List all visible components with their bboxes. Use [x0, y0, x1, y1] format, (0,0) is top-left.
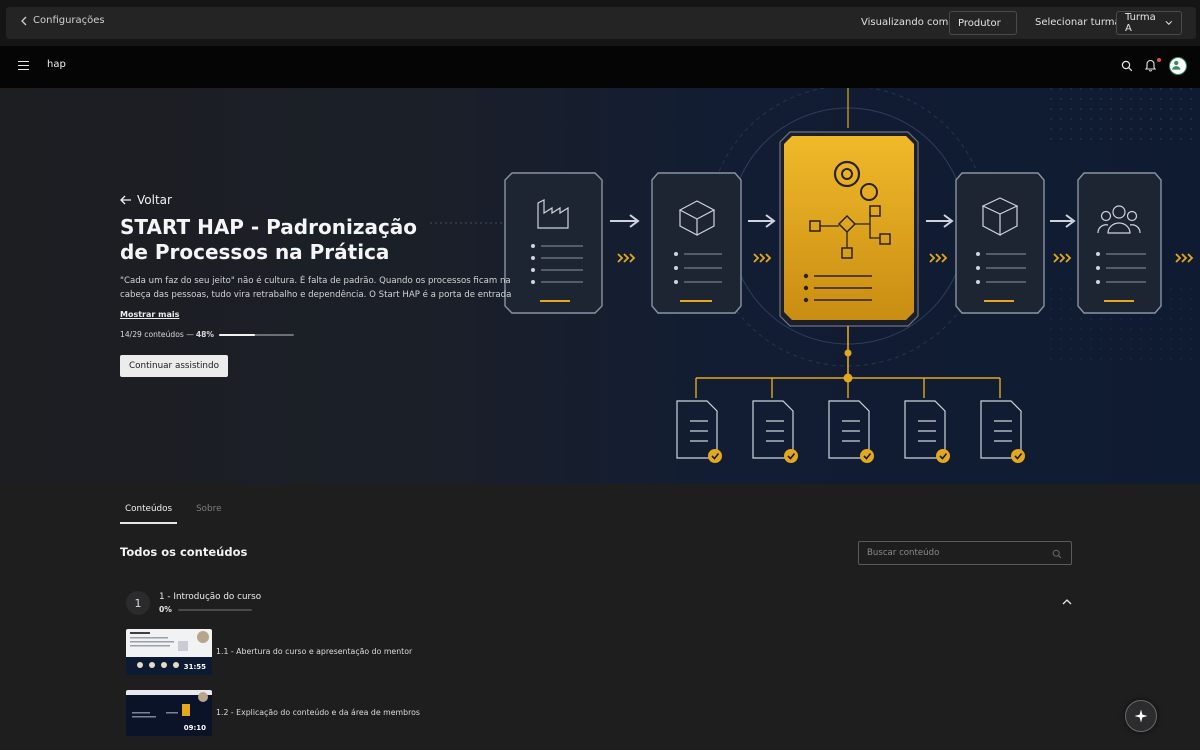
avatar[interactable] — [1169, 57, 1187, 75]
class-select[interactable]: Turma A — [1116, 11, 1182, 35]
central-process-card — [779, 131, 919, 327]
back-to-settings-link[interactable]: Configurações — [20, 15, 105, 26]
progress-percent: 48% — [195, 330, 215, 339]
user-avatar-icon — [1172, 60, 1181, 70]
chevron-down-icon — [1165, 20, 1173, 25]
hero-text-block: Voltar START HAP - Padronização de Proce… — [120, 193, 520, 377]
module-progress-percent: 0% — [159, 605, 172, 614]
section-title: Todos os conteúdos — [120, 545, 248, 559]
module-title: 1 - Introdução do curso — [159, 592, 262, 602]
top-navbar: hap — [0, 46, 1200, 88]
progress-bar — [219, 333, 295, 336]
assistant-button[interactable] — [1125, 700, 1157, 732]
lesson-item[interactable]: 31:55 1.1 - Abertura do curso e apresent… — [126, 629, 726, 675]
process-flow-illustration — [430, 88, 1200, 463]
process-card — [955, 172, 1045, 314]
lesson-duration: 09:10 — [183, 724, 206, 732]
progress-count: 14/29 conteúdos — — [120, 330, 194, 339]
lesson-title: 1.2 - Explicação do conteúdo e da área d… — [216, 708, 420, 717]
tab-contents[interactable]: Conteúdos — [120, 500, 178, 524]
module-progress-bar — [178, 609, 252, 611]
content-tabs: Conteúdos Sobre — [120, 500, 240, 524]
admin-bar-panel: Configurações Visualizando como: Produto… — [6, 7, 1196, 39]
chevron-up-icon[interactable] — [1062, 598, 1072, 605]
course-title: START HAP - Padronização de Processos na… — [120, 215, 418, 264]
sparkle-icon — [1134, 709, 1148, 723]
module-number: 1 — [126, 591, 150, 615]
content-search — [858, 541, 1072, 565]
class-select-label: Selecionar turma: — [1035, 17, 1125, 28]
process-card — [1077, 172, 1162, 314]
back-button-label: Voltar — [137, 193, 172, 207]
process-card — [651, 172, 742, 314]
arrow-left-icon — [120, 195, 131, 205]
chevron-down-icon — [1006, 22, 1008, 24]
course-description: "Cada um faz do seu jeito" não é cultura… — [120, 276, 512, 300]
view-as-select[interactable]: Produtor — [949, 11, 1017, 35]
course-hero: Voltar START HAP - Padronização de Proce… — [0, 88, 1200, 484]
checklist-document — [676, 400, 1022, 459]
lesson-duration: 31:55 — [183, 663, 206, 671]
class-select-value: Turma A — [1125, 12, 1156, 34]
module-header[interactable]: 1 1 - Introdução do curso 0% — [120, 590, 1080, 618]
search-icon[interactable] — [1052, 549, 1062, 559]
progress-bar-fill — [219, 333, 256, 336]
continue-watching-button[interactable]: Continuar assistindo — [120, 355, 228, 377]
lesson-thumbnail: 09:10 — [126, 690, 212, 736]
tab-about[interactable]: Sobre — [191, 500, 226, 524]
back-button[interactable]: Voltar — [120, 193, 520, 207]
view-as-value: Produtor — [958, 17, 1001, 29]
course-progress: 14/29 conteúdos — 48% — [120, 330, 520, 339]
menu-icon[interactable] — [18, 61, 29, 70]
back-to-settings-label: Configurações — [33, 15, 105, 26]
content-search-input[interactable] — [867, 547, 1047, 559]
view-as-label: Visualizando como: — [861, 17, 958, 28]
admin-bar: Configurações Visualizando como: Produto… — [0, 0, 1200, 46]
show-more-link[interactable]: Mostrar mais — [120, 310, 179, 319]
lesson-thumbnail: 31:55 — [126, 629, 212, 675]
bell-icon[interactable] — [1144, 58, 1157, 72]
lesson-item[interactable]: 09:10 1.2 - Explicação do conteúdo e da … — [126, 690, 726, 736]
lesson-title: 1.1 - Abertura do curso e apresentação d… — [216, 647, 413, 656]
brand-name: hap — [47, 59, 66, 70]
chevron-left-icon — [21, 16, 27, 25]
notification-dot — [1157, 58, 1161, 62]
search-icon[interactable] — [1121, 60, 1133, 72]
